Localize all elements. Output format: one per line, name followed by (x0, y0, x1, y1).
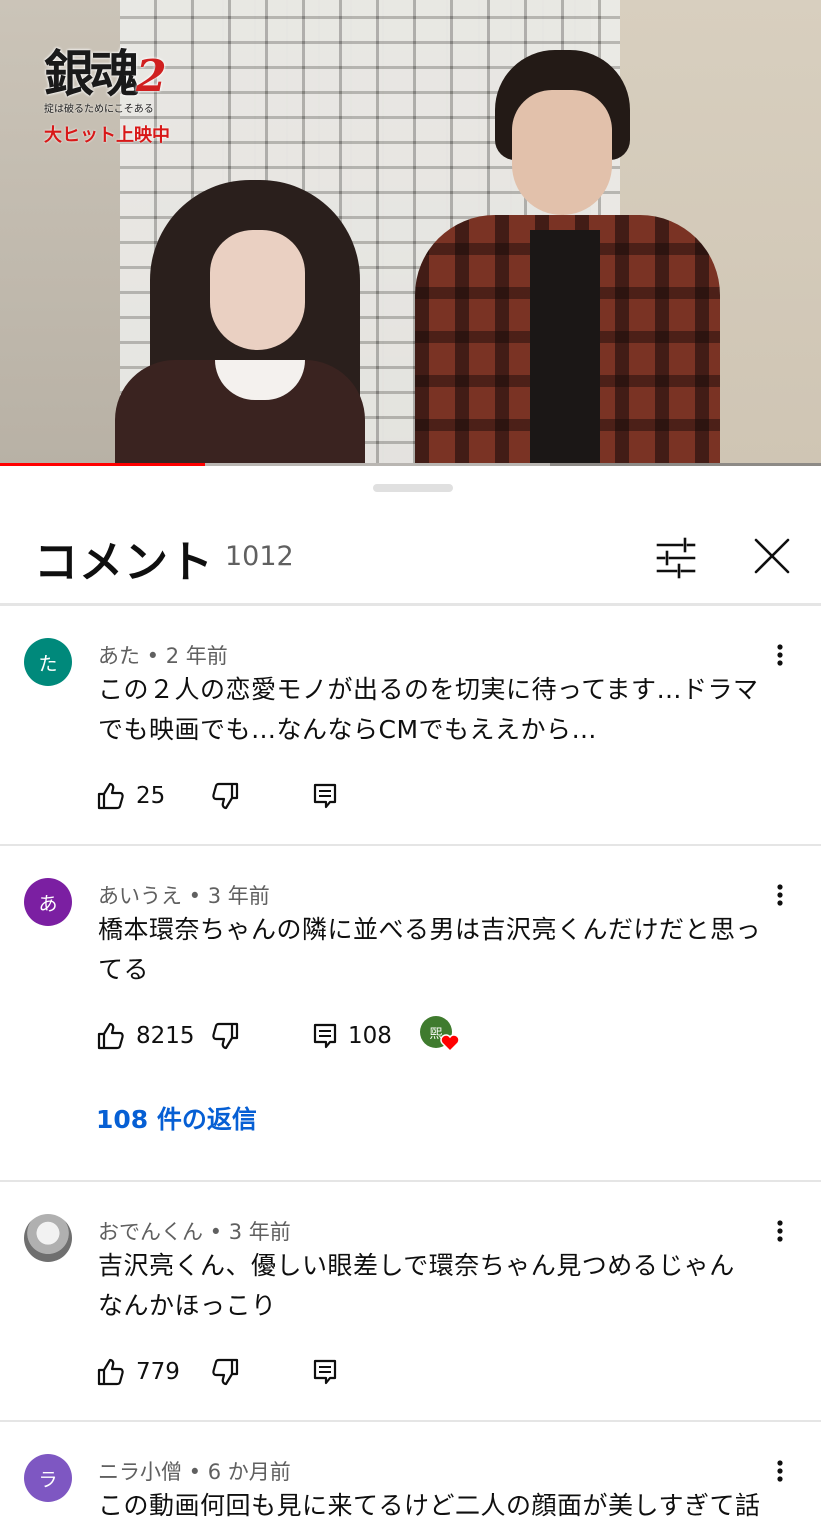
reply-button[interactable] (312, 1358, 338, 1386)
comment-meta: おでんくん • 3 年前 (98, 1216, 291, 1246)
avatar-letter: た (38, 652, 58, 675)
avatar[interactable] (24, 1214, 72, 1262)
reply-button[interactable] (312, 782, 338, 810)
like-button[interactable] (96, 781, 126, 811)
thumbs-down-icon (212, 1022, 239, 1050)
logo-number: 2 (136, 51, 167, 102)
heart-icon (440, 1034, 460, 1053)
comment-text-line: てる (98, 955, 150, 984)
reply-icon (313, 783, 337, 809)
dislike-button[interactable] (210, 781, 240, 811)
comments-sheet: コメント 1012 た あた • 2 年前 この２人の恋愛モノが出るのを切実に待… (0, 466, 821, 1531)
comment-actions: 779 (96, 1352, 736, 1392)
comment-author[interactable]: おでんくん (98, 1220, 203, 1244)
comment-text-line: この動画何回も見に来てるけど二人の顔面が美しすぎて話 (98, 1491, 761, 1520)
comment-time[interactable]: 3 年前 (208, 884, 270, 908)
logo-title: 銀魂 (44, 44, 140, 103)
comment-meta: あた • 2 年前 (98, 640, 228, 670)
video-person-left-face (210, 230, 305, 350)
comment-text-line: この２人の恋愛モノが出るのを切実に待ってます…ドラマ (98, 675, 759, 704)
comments-header: コメント 1012 (0, 526, 821, 601)
meta-separator: • (203, 1220, 229, 1244)
like-button[interactable] (96, 1357, 126, 1387)
logo-tagline: 掟は破るためにこそある (44, 104, 154, 115)
video-player[interactable]: 銀魂2 掟は破るためにこそある 大ヒット上映中 (0, 0, 821, 466)
dislike-button[interactable] (210, 1357, 240, 1387)
comment-text-line: なんかほっこり (98, 1291, 277, 1320)
thumbs-down-icon (212, 782, 239, 810)
avatar-letter: ラ (38, 1468, 58, 1491)
drag-handle[interactable] (373, 484, 453, 492)
comment-author[interactable]: ニラ小僧 (98, 1460, 182, 1484)
comment-text-line: 吉沢亮くん、優しい眼差しで環奈ちゃん見つめるじゃん (98, 1251, 735, 1280)
logo-status: 大ヒット上映中 (44, 125, 170, 146)
comment-author[interactable]: あいうえ (98, 884, 182, 908)
comment-text-line: 橋本環奈ちゃんの隣に並べる男は吉沢亮くんだけだと思っ (98, 915, 762, 944)
view-replies-link[interactable]: 108 件の返信 (96, 1100, 257, 1136)
comment-meta: ニラ小僧 • 6 か月前 (98, 1456, 291, 1486)
comment-actions: 8215 108 煕 (96, 1016, 736, 1056)
comment-divider (0, 1180, 821, 1182)
thumbs-up-icon (97, 1358, 124, 1386)
avatar-letter: あ (38, 892, 58, 915)
comment-divider (0, 844, 821, 846)
video-person-right-face (512, 90, 612, 215)
comment-time[interactable]: 3 年前 (229, 1220, 291, 1244)
comment-actions: 25 (96, 776, 736, 816)
like-count: 25 (136, 783, 166, 809)
thumbs-up-icon (97, 1022, 124, 1050)
sliders-icon (656, 537, 696, 579)
creator-heart-badge: 煕 (420, 1016, 460, 1056)
dislike-button[interactable] (210, 1021, 240, 1051)
reply-button[interactable] (312, 1022, 338, 1050)
avatar[interactable]: ラ (24, 1454, 72, 1502)
comment-text-line: でも映画でも…なんならCMでもええから… (98, 715, 598, 744)
reply-count: 108 (348, 1023, 392, 1049)
close-icon (754, 538, 790, 574)
comment-divider (0, 1420, 821, 1422)
comment-text: 吉沢亮くん、優しい眼差しで環奈ちゃん見つめるじゃん なんかほっこり (98, 1246, 788, 1326)
comment-author[interactable]: あた (98, 644, 140, 668)
close-button[interactable] (748, 532, 796, 580)
meta-separator: • (182, 1460, 208, 1484)
comments-count: 1012 (225, 541, 294, 572)
movie-logo: 銀魂2 掟は破るためにこそある 大ヒット上映中 (44, 34, 194, 147)
sort-filter-button[interactable] (652, 534, 700, 582)
meta-separator: • (140, 644, 166, 668)
comments-title: コメント (34, 537, 214, 588)
like-count: 779 (136, 1359, 180, 1385)
reply-icon (313, 1359, 337, 1385)
header-divider (0, 603, 821, 606)
comment-time[interactable]: 2 年前 (166, 644, 228, 668)
avatar[interactable]: あ (24, 878, 72, 926)
comment-time[interactable]: 6 か月前 (208, 1460, 291, 1484)
comment-meta: あいうえ • 3 年前 (98, 880, 270, 910)
meta-separator: • (182, 884, 208, 908)
like-count: 8215 (136, 1023, 195, 1049)
reply-icon (313, 1023, 337, 1049)
like-button[interactable] (96, 1021, 126, 1051)
avatar[interactable]: た (24, 638, 72, 686)
comment-text: この動画何回も見に来てるけど二人の顔面が美しすぎて話 (98, 1486, 788, 1526)
thumbs-up-icon (97, 782, 124, 810)
comment-text: この２人の恋愛モノが出るのを切実に待ってます…ドラマ でも映画でも…なんならCM… (98, 670, 788, 750)
comment-text: 橋本環奈ちゃんの隣に並べる男は吉沢亮くんだけだと思っ てる (98, 910, 788, 990)
video-person-right-shirt (530, 230, 600, 466)
thumbs-down-icon (212, 1358, 239, 1386)
